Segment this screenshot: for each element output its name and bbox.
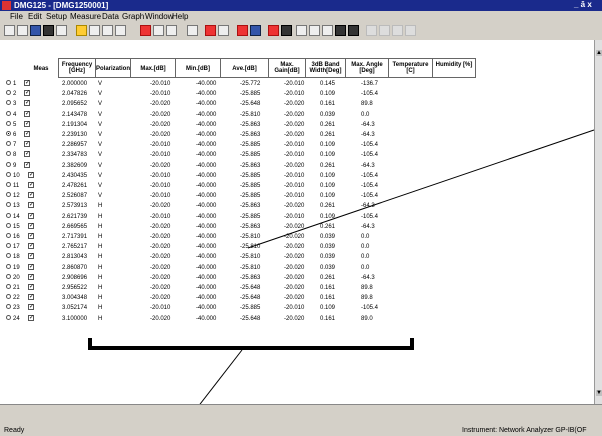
annotation-pointer-line-right <box>247 129 595 249</box>
status-ready: Ready <box>4 427 25 434</box>
status-bar: Ready Instrument: Network Analyzer GP-IB… <box>0 404 602 436</box>
status-instrument: Instrument: Network Analyzer GP-IB(OF <box>462 427 587 434</box>
annotation-overlay <box>88 129 595 431</box>
annotation-bracket <box>88 338 414 350</box>
